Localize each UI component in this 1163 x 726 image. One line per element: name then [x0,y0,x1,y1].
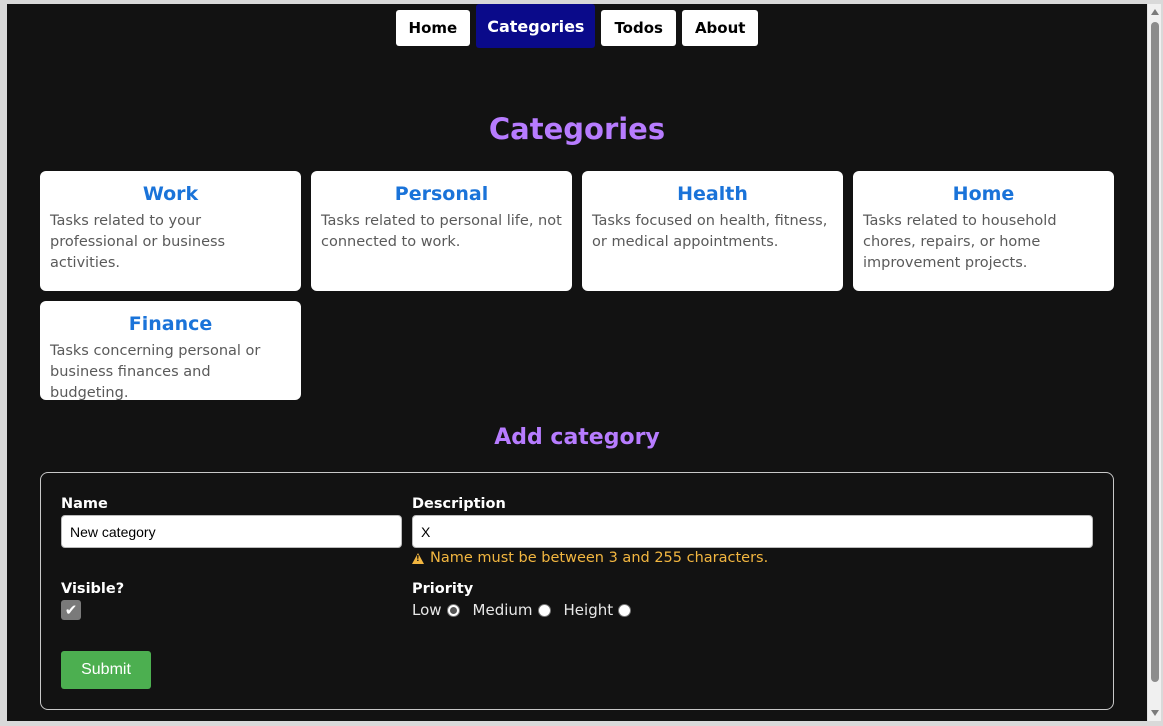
visible-label: Visible? [61,581,125,597]
name-input[interactable] [61,515,402,548]
priority-option-height[interactable]: Height [564,601,632,619]
category-card-title: Health [677,183,748,205]
category-card-description: Tasks focused on health, fitness, or med… [592,213,828,250]
validation-error-text: Name must be between 3 and 255 character… [430,550,769,566]
priority-option-label: Height [563,601,614,619]
category-card-description: Tasks concerning personal or business fi… [50,343,261,401]
category-card-home[interactable]: Home Tasks related to household chores, … [853,171,1114,291]
vertical-scrollbar[interactable] [1147,4,1161,721]
scrollbar-thumb[interactable] [1151,22,1159,682]
category-card-health[interactable]: Health Tasks focused on health, fitness,… [582,171,843,291]
name-label: Name [61,496,108,512]
add-category-heading: Add category [494,425,660,450]
category-card-title: Finance [128,313,213,335]
category-card-finance[interactable]: Finance Tasks concerning personal or bus… [40,301,301,401]
priority-medium-radio[interactable] [537,603,551,617]
validation-error: Name must be between 3 and 255 character… [412,550,768,566]
category-card-personal[interactable]: Personal Tasks related to personal life,… [311,171,572,291]
page-title: Categories [488,112,666,146]
description-input[interactable] [412,515,1093,548]
priority-option-low[interactable]: Low [412,601,460,619]
submit-button[interactable]: Submit [61,651,151,689]
scroll-down-icon[interactable] [1151,710,1159,716]
nav-home-button[interactable]: Home [395,10,471,46]
priority-option-label: Medium [472,601,533,619]
scroll-up-icon[interactable] [1151,9,1159,15]
category-card-title: Personal [394,183,489,205]
priority-low-radio[interactable] [446,603,460,617]
warning-icon [412,552,424,564]
page-viewport: Home Categories Todos About Categories W… [7,4,1147,721]
category-card-description: Tasks related to household chores, repai… [863,213,1057,271]
top-nav: Home Categories Todos About [7,4,1147,48]
category-card-work[interactable]: Work Tasks related to your professional … [40,171,301,291]
nav-categories-button[interactable]: Categories [476,4,596,48]
priority-height-radio[interactable] [618,603,632,617]
priority-option-label: Low [412,601,442,619]
nav-about-button[interactable]: About [681,10,759,46]
priority-radio-group: Low Medium Height [412,601,644,619]
priority-label: Priority [412,581,474,597]
category-card-description: Tasks related to personal life, not conn… [321,213,562,250]
checkmark-icon: ✔ [64,600,78,619]
description-label: Description [412,496,506,512]
add-category-form: Name Description Name must be between 3 … [40,472,1114,710]
priority-option-medium[interactable]: Medium [473,601,551,619]
category-card-title: Home [952,183,1015,205]
category-list: Work Tasks related to your professional … [40,171,1115,401]
category-card-title: Work [142,183,199,205]
nav-todos-button[interactable]: Todos [601,10,676,46]
visible-checkbox[interactable]: ✔ [61,600,81,620]
category-card-description: Tasks related to your professional or bu… [50,213,226,271]
